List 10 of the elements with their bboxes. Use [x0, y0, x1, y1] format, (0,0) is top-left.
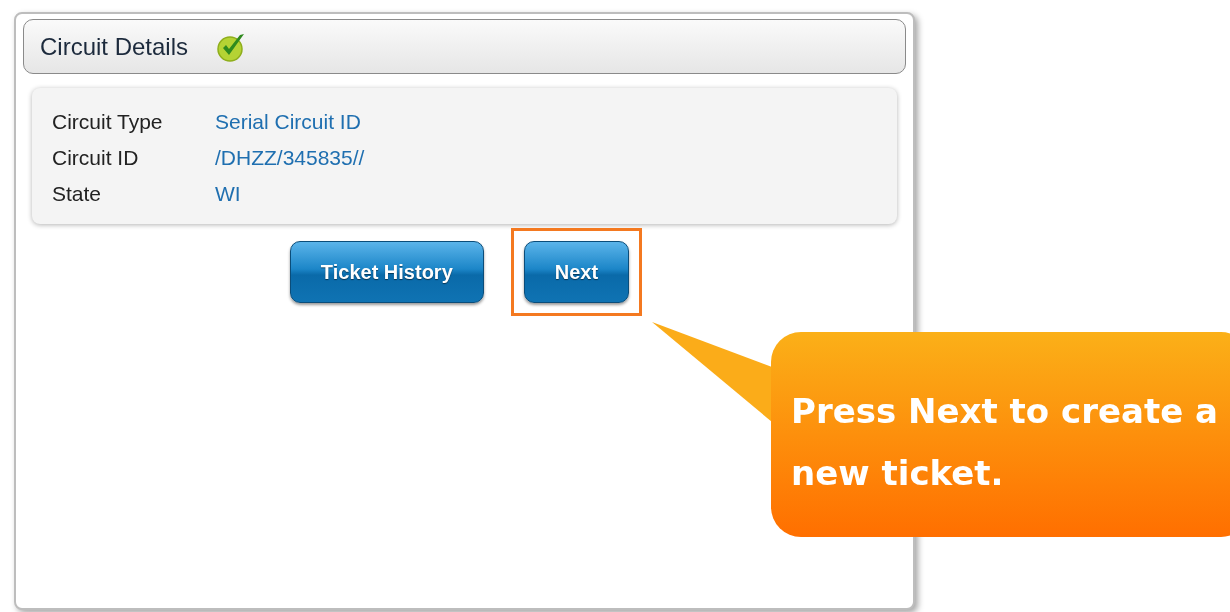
field-label: Circuit ID	[52, 145, 140, 171]
field-value: /DHZZ/345835//	[215, 145, 365, 171]
callout-text: Press Next to create a new ticket.	[791, 390, 1220, 495]
field-label: Circuit Type	[52, 109, 164, 135]
field-value: WI	[215, 181, 242, 207]
action-button[interactable]: Ticket History	[289, 241, 484, 303]
field-label: State	[52, 181, 103, 207]
panel-title: Circuit Details	[40, 32, 189, 61]
field-value: Serial Circuit ID	[215, 109, 362, 135]
action-button[interactable]: Next	[523, 241, 630, 303]
